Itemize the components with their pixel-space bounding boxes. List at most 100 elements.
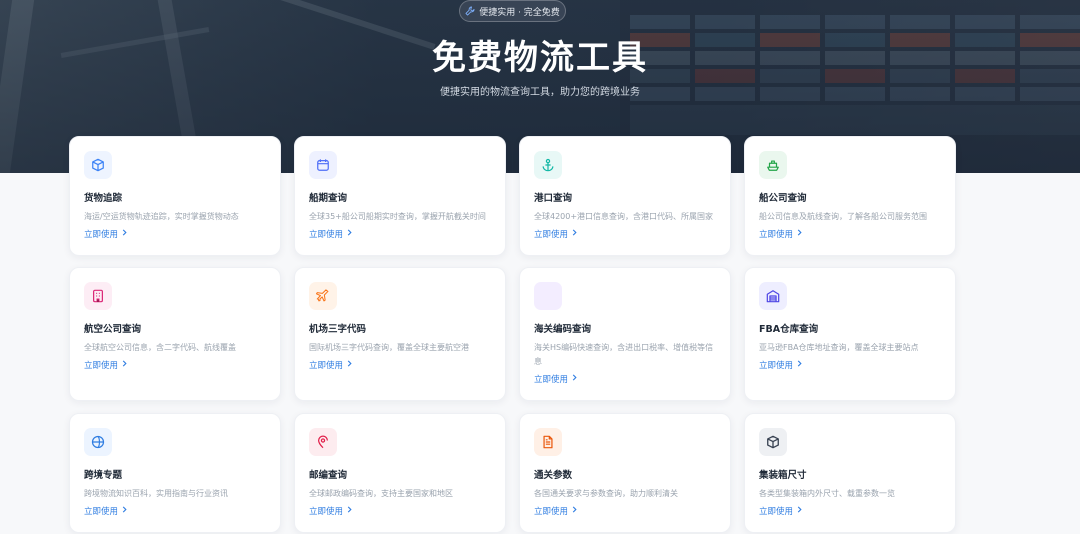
chevron-right-icon xyxy=(796,506,803,516)
tool-card[interactable]: 海关编码查询海关HS编码快速查询，含进出口税率、增值税等信息立即使用 xyxy=(519,267,731,401)
tool-card-title: 通关参数 xyxy=(534,470,573,481)
tool-card-description: 全球35+船公司船期实时查询，掌握开航截关时间 xyxy=(309,212,486,221)
chevron-right-icon xyxy=(571,374,578,384)
tool-card[interactable]: 跨境专题跨境物流知识百科，实用指南与行业资讯 立即使用 xyxy=(69,413,281,533)
chevron-right-icon xyxy=(121,506,128,516)
use-now-label: 立即使用 xyxy=(534,230,569,240)
tool-card-title: 集装箱尺寸 xyxy=(759,470,807,481)
use-now-label: 立即使用 xyxy=(309,507,344,517)
tool-card-description: 国际机场三字代码查询，覆盖全球主要航空港 xyxy=(309,343,469,352)
tool-card[interactable]: 机场三字代码国际机场三字代码查询，覆盖全球主要航空港 立即使用 xyxy=(294,267,506,401)
tool-card[interactable]: 集装箱尺寸各类型集装箱内外尺寸、载重参数一览 立即使用 xyxy=(744,413,956,533)
use-now-label: 立即使用 xyxy=(534,507,569,517)
chevron-right-icon xyxy=(796,360,803,370)
tool-card-title: 航空公司查询 xyxy=(84,324,142,335)
tool-card-title: 跨境专题 xyxy=(84,470,123,481)
tool-icon-box xyxy=(534,151,562,179)
tool-card-description: 船公司信息及航线查询，了解各船公司服务范围 xyxy=(759,212,927,221)
box-icon xyxy=(92,158,104,172)
warehouse-icon xyxy=(766,290,780,303)
tool-card-title: 邮编查询 xyxy=(309,470,348,481)
tool-card-title: 船期查询 xyxy=(309,193,348,204)
use-now-link[interactable]: 立即使用 xyxy=(534,505,578,517)
tool-card-description: 各类型集装箱内外尺寸、载重参数一览 xyxy=(759,489,895,498)
chevron-right-icon xyxy=(346,229,353,239)
tool-icon-box xyxy=(84,282,112,310)
plane-icon xyxy=(316,289,329,302)
cube-icon xyxy=(767,435,779,449)
document-icon xyxy=(543,435,553,449)
chevron-right-icon xyxy=(346,506,353,516)
tool-card[interactable]: 货物追踪海运/空运货物轨迹追踪，实时掌握货物动态 立即使用 xyxy=(69,136,281,256)
tool-card-description: 各国通关要求与参数查询，助力顺利清关 xyxy=(534,489,678,498)
use-now-link[interactable]: 立即使用 xyxy=(84,359,128,371)
tool-icon-box xyxy=(309,428,337,456)
use-now-link[interactable]: 立即使用 xyxy=(84,505,128,517)
hero-badge-label: 便捷实用 · 完全免费 xyxy=(479,7,560,18)
chevron-right-icon xyxy=(796,229,803,239)
tool-card[interactable]: 通关参数各国通关要求与参数查询，助力顺利清关 立即使用 xyxy=(519,413,731,533)
tool-card-description: 全球航空公司信息，含二字代码、航线覆盖 xyxy=(84,343,236,352)
tool-card[interactable]: FBA仓库查询亚马逊FBA仓库地址查询，覆盖全球主要站点 立即使用 xyxy=(744,267,956,401)
building-icon xyxy=(93,289,103,303)
wrench-icon xyxy=(465,6,475,16)
use-now-link[interactable]: 立即使用 xyxy=(309,359,353,371)
chevron-right-icon xyxy=(571,506,578,516)
use-now-label: 立即使用 xyxy=(534,375,569,385)
use-now-label: 立即使用 xyxy=(759,507,794,517)
use-now-link[interactable]: 立即使用 xyxy=(759,359,803,371)
use-now-label: 立即使用 xyxy=(759,230,794,240)
hero-badge: 便捷实用 · 完全免费 xyxy=(459,0,566,22)
page-title: 免费物流工具 xyxy=(432,38,648,78)
tool-card-description: 亚马逊FBA仓库地址查询，覆盖全球主要站点 xyxy=(759,343,919,352)
tool-icon-box xyxy=(759,151,787,179)
use-now-link[interactable]: 立即使用 xyxy=(309,228,353,240)
use-now-label: 立即使用 xyxy=(84,361,119,371)
tool-card-title: 港口查询 xyxy=(534,193,573,204)
tool-icon-box xyxy=(309,282,337,310)
anchor-icon xyxy=(542,158,554,172)
tool-card-description: 海运/空运货物轨迹追踪，实时掌握货物动态 xyxy=(84,212,239,221)
use-now-label: 立即使用 xyxy=(309,230,344,240)
chevron-right-icon xyxy=(121,229,128,239)
tool-icon-box xyxy=(309,151,337,179)
use-now-link[interactable]: 立即使用 xyxy=(84,228,128,240)
tool-card[interactable]: 船期查询全球35+船公司船期实时查询，掌握开航截关时间 立即使用 xyxy=(294,136,506,256)
chevron-right-icon xyxy=(121,360,128,370)
tool-icon-box xyxy=(534,428,562,456)
use-now-label: 立即使用 xyxy=(309,361,344,371)
tool-icon-box xyxy=(534,282,562,310)
use-now-label: 立即使用 xyxy=(759,361,794,371)
page-subtitle: 便捷实用的物流查询工具，助力您的跨境业务 xyxy=(440,87,640,98)
use-now-link[interactable]: 立即使用 xyxy=(759,228,803,240)
tool-card[interactable]: 港口查询全球4200+港口信息查询，含港口代码、所属国家 立即使用 xyxy=(519,136,731,256)
use-now-label: 立即使用 xyxy=(84,507,119,517)
use-now-label: 立即使用 xyxy=(84,230,119,240)
book-icon xyxy=(541,289,555,303)
globe-icon xyxy=(91,435,105,449)
tool-card-title: FBA仓库查询 xyxy=(759,324,819,335)
tool-card-title: 船公司查询 xyxy=(759,193,807,204)
tool-card[interactable]: 航空公司查询全球航空公司信息，含二字代码、航线覆盖 立即使用 xyxy=(69,267,281,401)
tool-icon-box xyxy=(759,428,787,456)
use-now-link[interactable]: 立即使用 xyxy=(759,505,803,517)
map-pin-icon xyxy=(318,435,328,449)
tool-card-title: 海关编码查询 xyxy=(534,324,592,335)
use-now-link[interactable]: 立即使用 xyxy=(534,228,578,240)
tool-card[interactable]: 船公司查询船公司信息及航线查询，了解各船公司服务范围 立即使用 xyxy=(744,136,956,256)
chevron-right-icon xyxy=(571,229,578,239)
calendar-icon xyxy=(317,159,329,171)
use-now-link[interactable]: 立即使用 xyxy=(534,373,578,385)
tool-card-description: 跨境物流知识百科，实用指南与行业资讯 xyxy=(84,489,228,498)
tool-card-title: 机场三字代码 xyxy=(309,324,367,335)
chevron-right-icon xyxy=(346,360,353,370)
tool-card[interactable]: 邮编查询全球邮政编码查询，支持主要国家和地区 立即使用 xyxy=(294,413,506,533)
tool-card-description: 全球邮政编码查询，支持主要国家和地区 xyxy=(309,489,453,498)
ship-icon xyxy=(767,160,779,171)
use-now-link[interactable]: 立即使用 xyxy=(309,505,353,517)
tool-card-title: 货物追踪 xyxy=(84,193,123,204)
tool-card-description: 海关HS编码快速查询，含进出口税率、增值税等信息 xyxy=(534,343,714,366)
tool-icon-box xyxy=(759,282,787,310)
tool-card-description: 全球4200+港口信息查询，含港口代码、所属国家 xyxy=(534,212,714,221)
tool-icon-box xyxy=(84,151,112,179)
